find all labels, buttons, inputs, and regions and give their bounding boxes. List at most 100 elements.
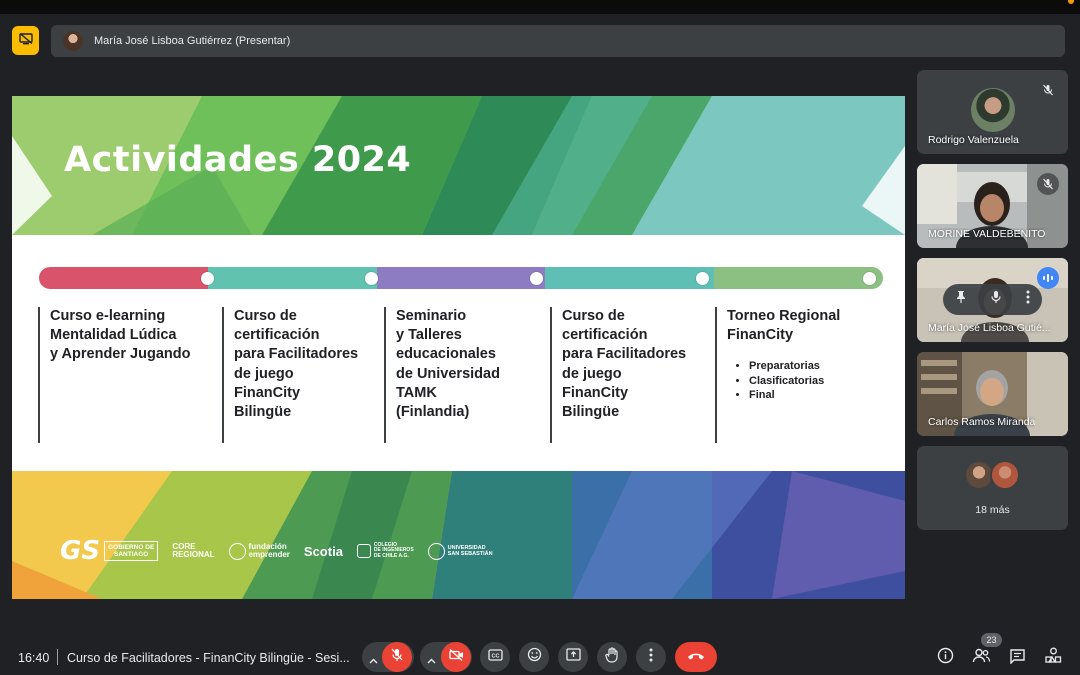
list-item: Clasificatorias [749,374,873,388]
present-off-icon [18,32,33,50]
mic-icon[interactable] [990,290,1002,309]
participant-name: María José Lisboa Gutié... [928,322,1051,334]
present-screen-icon [565,648,581,666]
slide-header-band: Actividades 2024 [12,96,905,235]
slide-title: Actividades 2024 [64,140,412,180]
activities-icon [1044,647,1062,669]
scotia-logo: Scotia [303,543,343,559]
pin-icon[interactable] [955,290,967,309]
more-options-button[interactable] [636,642,666,672]
timeline-marker [201,272,214,285]
gs-logo-text: GS [60,536,101,566]
mic-toggle-button[interactable] [382,642,412,672]
universidad-seal-icon [427,542,445,560]
avatar [990,460,1020,490]
timeline-marker [530,272,543,285]
participant-tile[interactable]: MORINE VALDEBENITO [917,164,1068,248]
timeline-segment [545,267,715,289]
more-vert-icon[interactable] [1026,290,1030,309]
universidad-san-sebastian-logo: UNIVERSIDAD SAN SEBASTIÁN [427,542,493,560]
more-participants-tile[interactable]: 18 más [917,446,1068,530]
participant-name: MORINE VALDEBENITO [928,228,1046,240]
activities-button[interactable] [1043,647,1063,669]
participant-tile-active[interactable]: María José Lisboa Gutié... [917,258,1068,342]
people-count-badge: 23 [981,633,1002,647]
activity-title: Curso de certificación para Facilitadore… [234,308,359,421]
timeline-segment [39,267,208,289]
gobierno-santiago-logo: GS GOBIERNO DE SANTIAGO [60,536,159,566]
mic-off-icon [391,648,403,667]
presenter-avatar [63,31,83,51]
people-icon [972,648,991,668]
presenter-bar: María José Lisboa Gutiérrez (Presentar) [51,25,1065,57]
present-now-button[interactable] [558,642,588,672]
timeline-marker [863,272,876,285]
colegio-ingenieros-logo: COLEGIO DE INGENIEROS DE CHILE A.G. [356,541,414,560]
people-button[interactable] [971,648,991,668]
presenter-label: María José Lisboa Gutiérrez (Presentar) [94,35,291,47]
timeline-segment [714,267,883,289]
chat-button[interactable] [1007,648,1027,668]
audio-level-icon [1037,267,1059,289]
control-bar: 16:40 Curso de Facilitadores - FinanCity… [0,635,1080,675]
participant-name: Rodrigo Valenzuela [928,134,1019,146]
timeline-segment [207,267,377,289]
chat-icon [1009,648,1026,669]
tile-hover-controls [943,284,1042,315]
camera-off-icon [448,648,464,666]
captions-icon: CC [487,648,503,666]
meeting-clock: 16:40 [18,651,50,665]
raise-hand-button[interactable] [597,642,627,672]
raise-hand-icon [605,646,619,668]
participant-avatars [964,460,1024,492]
activity-column: Curso e-learning Mentalidad Lúdica y Apr… [38,307,196,443]
activity-title: Torneo Regional FinanCity [727,308,841,344]
activity-column: Torneo Regional FinanCity Preparatorias … [715,307,873,443]
sponsor-logos: GS GOBIERNO DE SANTIAGO CORE REGIONAL fu… [60,535,500,567]
timeline-marker [696,272,709,285]
activity-title: Curso de certificación para Facilitadore… [562,308,687,421]
activity-column: Curso de certificación para Facilitadore… [550,307,708,443]
list-item: Preparatorias [749,359,873,373]
captions-button[interactable]: CC [480,642,510,672]
shared-slide: Actividades 2024 Curso e-learning Mental… [12,96,905,599]
timeline-segment [376,267,546,289]
more-vert-icon [649,648,653,667]
activity-column: Curso de certificación para Facilitadore… [222,307,380,443]
colegio-logo-text: COLEGIO DE INGENIEROS DE CHILE A.G. [373,541,414,559]
chevron-up-icon[interactable] [427,651,436,669]
emoji-reactions-button[interactable] [519,642,549,672]
leave-call-button[interactable] [675,642,717,672]
slide-footer-band: GS GOBIERNO DE SANTIAGO CORE REGIONAL fu… [12,471,905,599]
participant-tile[interactable]: Rodrigo Valenzuela [917,70,1068,154]
svg-text:CC: CC [491,653,499,659]
meeting-title: Curso de Facilitadores - FinanCity Bilin… [67,651,350,665]
gobierno-logo-text: GOBIERNO DE SANTIAGO [104,541,159,561]
list-item: Final [749,388,873,402]
stop-presenting-button[interactable] [12,26,39,55]
avatar [971,88,1015,132]
fundacion-mark-icon [228,542,246,560]
activity-title: Seminario y Talleres educacionales de Un… [396,308,500,421]
meeting-details-button[interactable] [935,647,955,669]
participant-name: Carlos Ramos Miranda [928,416,1036,428]
call-end-icon [687,648,705,666]
activity-column: Seminario y Talleres educacionales de Un… [384,307,542,443]
chevron-up-icon[interactable] [369,651,378,669]
timeline-section: Curso e-learning Mentalidad Lúdica y Apr… [12,235,905,471]
participant-tile[interactable]: Carlos Ramos Miranda [917,352,1068,436]
timeline-marker [365,272,378,285]
core-logo: CORE REGIONAL [172,542,215,559]
timeline-bar [39,267,883,289]
mic-off-icon [1037,79,1059,101]
info-icon [937,647,954,669]
camera-toggle-button[interactable] [441,642,471,672]
tournament-stages: Preparatorias Clasificatorias Final [749,359,873,402]
fundacion-emprender-logo: fundación emprender [228,542,290,560]
universidad-logo-text: UNIVERSIDAD SAN SEBASTIÁN [447,545,493,557]
activity-title: Curso e-learning Mentalidad Lúdica y Apr… [50,308,191,363]
mic-off-icon [1037,173,1059,195]
window-top-strip [0,0,1080,14]
emoji-icon [527,647,542,667]
colegio-mark-icon [356,544,371,558]
